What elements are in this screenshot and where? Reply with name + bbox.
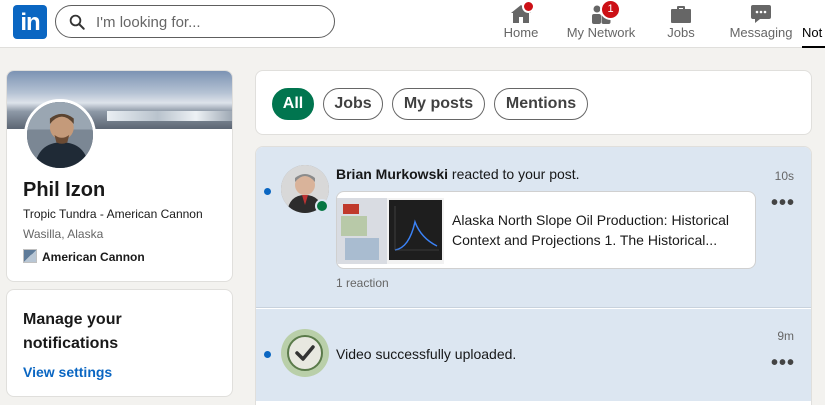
notification-filters: All Jobs My posts Mentions: [255, 70, 812, 135]
search-icon: [69, 14, 85, 30]
profile-photo-icon: [27, 102, 93, 168]
online-status-dot: [315, 199, 329, 213]
notification-text: Brian Murkowski reacted to your post.: [336, 166, 580, 182]
nav-notifications-label: Not: [802, 25, 823, 40]
profile-company[interactable]: American Cannon: [23, 249, 145, 264]
home-notification-dot: [522, 0, 535, 13]
checkmark-icon: [295, 345, 315, 361]
nav-jobs-label: Jobs: [667, 25, 695, 40]
linkedin-logo-icon[interactable]: in: [13, 5, 47, 39]
filter-all[interactable]: All: [272, 88, 314, 120]
notification-item[interactable]: Video successfully uploaded. 9m •••: [256, 309, 811, 401]
notification-action: reacted to your post.: [448, 166, 580, 182]
post-thumbnail: [337, 198, 444, 264]
notification-time: 9m: [777, 329, 794, 343]
filter-my-posts[interactable]: My posts: [392, 88, 485, 120]
briefcase-icon: [671, 6, 691, 23]
notification-item[interactable]: Brian Murkowski reacted to your post. 10…: [256, 147, 811, 308]
profile-location: Wasilla, Alaska: [23, 227, 104, 241]
nav-notifications[interactable]: Not: [802, 0, 825, 48]
company-name: American Cannon: [42, 250, 145, 264]
active-tab-underline: [802, 46, 825, 48]
top-navigation: in Home 1 My Network Jobs: [0, 0, 825, 48]
cover-landscape: [107, 111, 232, 121]
message-icon: [751, 5, 771, 23]
network-badge: 1: [600, 0, 621, 20]
actor-name[interactable]: Brian Murkowski: [336, 166, 448, 182]
filter-jobs[interactable]: Jobs: [323, 88, 383, 120]
nav-my-network-label: My Network: [566, 25, 636, 40]
nav-messaging-label: Messaging: [729, 25, 793, 40]
notification-time: 10s: [774, 169, 794, 183]
post-title: Alaska North Slope Oil Production: Histo…: [452, 212, 730, 248]
filter-mentions[interactable]: Mentions: [494, 88, 588, 120]
more-options-icon[interactable]: •••: [771, 353, 795, 373]
post-preview[interactable]: Alaska North Slope Oil Production: Histo…: [336, 191, 756, 269]
company-logo-icon: [23, 249, 37, 263]
nav-messaging[interactable]: Messaging: [722, 0, 800, 48]
reaction-count[interactable]: 1 reaction: [336, 276, 389, 290]
unread-dot: [264, 351, 271, 358]
profile-headline: Tropic Tundra - American Cannon: [23, 207, 203, 221]
search-input[interactable]: [96, 12, 326, 32]
nav-home[interactable]: Home: [495, 0, 547, 48]
profile-card: Phil Izon Tropic Tundra - American Canno…: [6, 70, 233, 282]
nav-home-label: Home: [503, 25, 539, 40]
notification-list: Brian Murkowski reacted to your post. 10…: [255, 146, 812, 405]
checkmark-circle: [287, 335, 323, 371]
nav-my-network[interactable]: 1 My Network: [560, 0, 642, 48]
more-options-icon[interactable]: •••: [771, 193, 795, 213]
profile-avatar[interactable]: [24, 99, 96, 171]
unread-dot: [264, 188, 271, 195]
settings-title: Manage your notifications: [23, 311, 122, 352]
profile-name[interactable]: Phil Izon: [23, 179, 105, 202]
view-settings-link[interactable]: View settings: [23, 364, 112, 380]
notification-text: Video successfully uploaded.: [336, 346, 517, 362]
notification-settings-card: Manage your notifications View settings: [6, 289, 233, 397]
nav-jobs[interactable]: Jobs: [655, 0, 707, 48]
upload-success-badge: [281, 329, 329, 377]
search-bar[interactable]: [55, 5, 335, 38]
